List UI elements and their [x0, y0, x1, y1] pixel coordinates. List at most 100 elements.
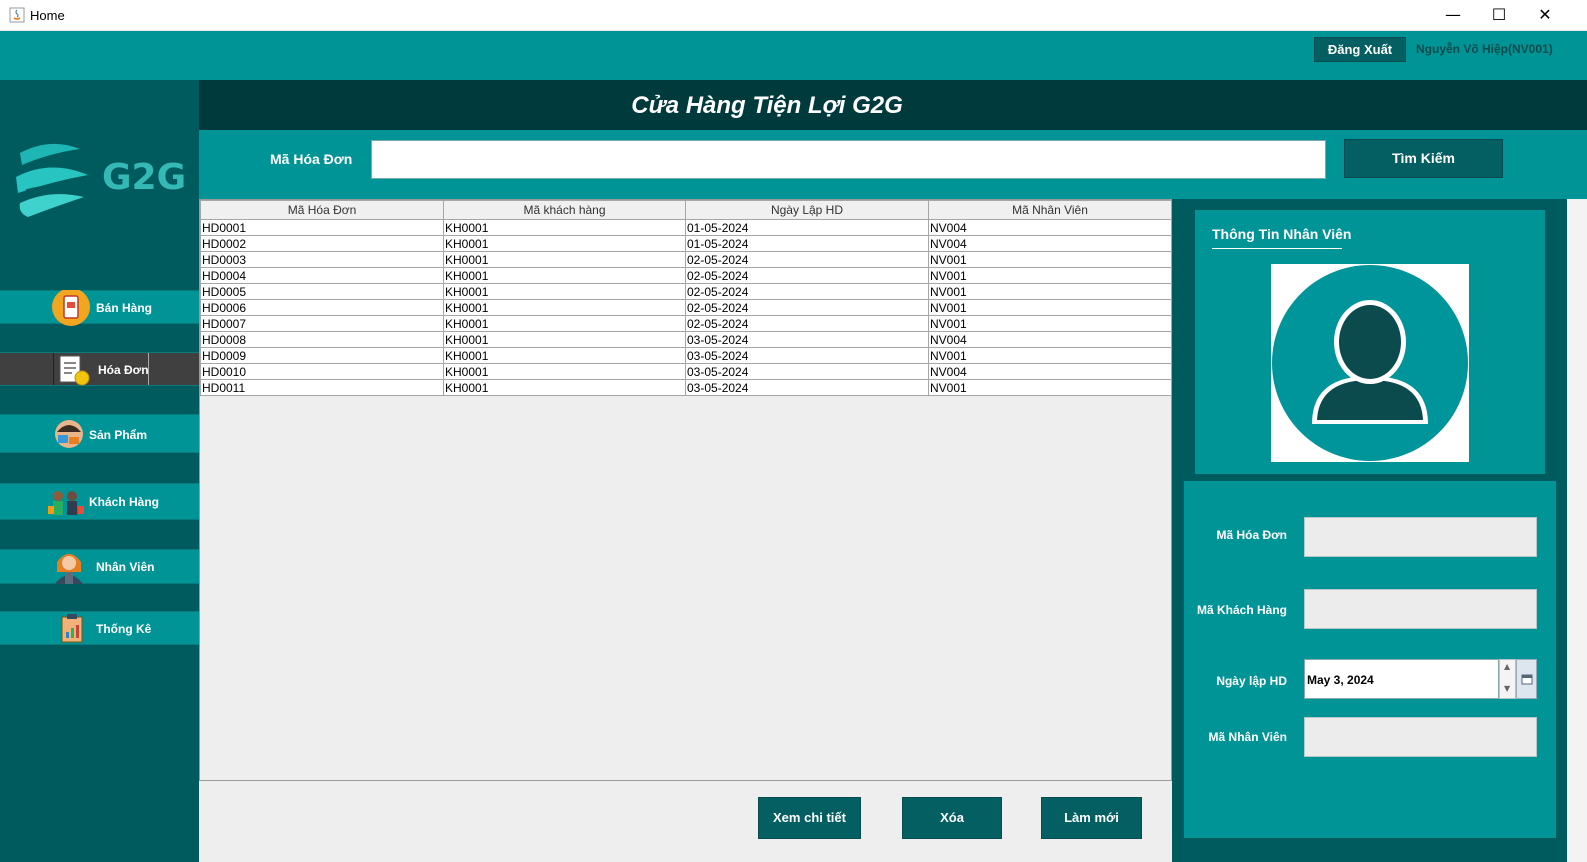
refresh-button[interactable]: Làm mới	[1041, 797, 1142, 839]
table-row[interactable]: HD0005 KH0001 02-05-2024 NV001	[200, 283, 1172, 300]
table-header-row: Mã Hóa Đơn Mã khách hàng Ngày Lập HD Mã …	[200, 200, 1172, 220]
table-cell[interactable]: 01-05-2024	[685, 235, 929, 252]
calendar-icon	[1521, 674, 1533, 685]
table-row[interactable]: HD0010 KH0001 03-05-2024 NV004	[200, 363, 1172, 380]
nav-khach-hang-label: Khách Hàng	[89, 495, 160, 509]
table-cell[interactable]: NV001	[928, 267, 1172, 284]
calendar-button[interactable]	[1516, 659, 1537, 699]
nav-ban-hang[interactable]: Bán Hàng	[0, 290, 199, 326]
table-cell[interactable]: HD0007	[200, 315, 444, 332]
table-row[interactable]: HD0001 KH0001 01-05-2024 NV004	[200, 219, 1172, 236]
close-button[interactable]: ✕	[1522, 0, 1568, 31]
table-row[interactable]: HD0007 KH0001 02-05-2024 NV001	[200, 315, 1172, 332]
table-cell[interactable]: HD0003	[200, 251, 444, 268]
table-cell[interactable]: HD0011	[200, 379, 444, 396]
table-cell[interactable]: KH0001	[443, 219, 686, 236]
column-header[interactable]: Mã Nhân Viên	[928, 200, 1172, 220]
table-cell[interactable]: KH0001	[443, 315, 686, 332]
table-cell[interactable]: NV001	[928, 379, 1172, 396]
table-cell[interactable]: HD0004	[200, 267, 444, 284]
table-cell[interactable]: KH0001	[443, 331, 686, 348]
user-avatar-icon	[1272, 265, 1468, 461]
table-cell[interactable]: 03-05-2024	[685, 379, 929, 396]
table-cell[interactable]: KH0001	[443, 347, 686, 364]
g2g-logo: G2G	[12, 135, 192, 225]
table-cell[interactable]: 02-05-2024	[685, 299, 929, 316]
table-row[interactable]: HD0002 KH0001 01-05-2024 NV004	[200, 235, 1172, 252]
table-cell[interactable]: NV001	[928, 251, 1172, 268]
table-cell[interactable]: NV004	[928, 331, 1172, 348]
search-label: Mã Hóa Đơn	[270, 151, 353, 167]
table-cell[interactable]: NV004	[928, 363, 1172, 380]
column-header[interactable]: Mã Hóa Đơn	[200, 200, 444, 220]
table-cell[interactable]: HD0006	[200, 299, 444, 316]
nav-khach-hang[interactable]: Khách Hàng	[0, 483, 199, 520]
table-cell[interactable]: 02-05-2024	[685, 283, 929, 300]
delete-button[interactable]: Xóa	[902, 797, 1002, 839]
table-cell[interactable]: KH0001	[443, 379, 686, 396]
minimize-button[interactable]: —	[1430, 0, 1476, 31]
table-cell[interactable]: HD0001	[200, 219, 444, 236]
nav-san-pham[interactable]: Sản Phẩm	[0, 414, 199, 453]
table-cell[interactable]: HD0009	[200, 347, 444, 364]
nav-ban-hang-label: Bán Hàng	[96, 301, 153, 315]
panel-gutter	[1567, 199, 1587, 862]
table-cell[interactable]: 01-05-2024	[685, 219, 929, 236]
column-header[interactable]: Ngày Lập HD	[685, 200, 929, 220]
window-title-bar	[0, 0, 1587, 31]
table-cell[interactable]: 03-05-2024	[685, 331, 929, 348]
table-row[interactable]: HD0003 KH0001 02-05-2024 NV001	[200, 251, 1172, 268]
date-spinner[interactable]: ▲ ▼	[1499, 659, 1516, 699]
table-cell[interactable]: 02-05-2024	[685, 267, 929, 284]
table-row[interactable]: HD0008 KH0001 03-05-2024 NV004	[200, 331, 1172, 348]
nav-hoa-don[interactable]: Hóa Đơn	[0, 352, 199, 386]
table-cell[interactable]: KH0001	[443, 299, 686, 316]
invoice-id-field[interactable]	[1304, 517, 1537, 557]
table-cell[interactable]: HD0005	[200, 283, 444, 300]
table-row[interactable]: HD0006 KH0001 02-05-2024 NV001	[200, 299, 1172, 316]
table-cell[interactable]: NV001	[928, 347, 1172, 364]
table-cell[interactable]: NV004	[928, 219, 1172, 236]
customer-id-label: Mã Khách Hàng	[1196, 603, 1287, 617]
maximize-button[interactable]: ☐	[1476, 0, 1522, 31]
column-header[interactable]: Mã khách hàng	[443, 200, 686, 220]
spinner-down-icon[interactable]: ▼	[1504, 684, 1510, 693]
nav-nhan-vien-label: Nhân Viên	[96, 560, 155, 574]
table-cell[interactable]: NV001	[928, 283, 1172, 300]
product-icon	[55, 420, 83, 448]
search-button[interactable]: Tìm Kiếm	[1344, 139, 1503, 178]
table-cell[interactable]: KH0001	[443, 267, 686, 284]
table-cell[interactable]: HD0010	[200, 363, 444, 380]
table-row[interactable]: HD0004 KH0001 02-05-2024 NV001	[200, 267, 1172, 284]
table-cell[interactable]: 02-05-2024	[685, 315, 929, 332]
table-cell[interactable]: 03-05-2024	[685, 347, 929, 364]
logo-text: G2G	[102, 157, 187, 198]
invoice-table[interactable]: Mã Hóa Đơn Mã khách hàng Ngày Lập HD Mã …	[199, 199, 1172, 781]
logout-button[interactable]: Đăng Xuất	[1314, 37, 1406, 62]
title-underline	[1212, 248, 1342, 249]
avatar	[1271, 264, 1469, 462]
table-cell[interactable]: 03-05-2024	[685, 363, 929, 380]
table-body: HD0001 KH0001 01-05-2024 NV004 HD0002 KH0001 0…	[200, 219, 1172, 396]
table-row[interactable]: HD0009 KH0001 03-05-2024 NV001	[200, 347, 1172, 364]
table-cell[interactable]: HD0002	[200, 235, 444, 252]
customer-id-field[interactable]	[1304, 589, 1537, 629]
table-cell[interactable]: NV001	[928, 299, 1172, 316]
table-cell[interactable]: NV001	[928, 315, 1172, 332]
spinner-up-icon[interactable]: ▲	[1504, 662, 1510, 671]
table-cell[interactable]: KH0001	[443, 283, 686, 300]
search-input[interactable]	[371, 140, 1326, 179]
table-cell[interactable]: 02-05-2024	[685, 251, 929, 268]
employee-id-field[interactable]	[1304, 717, 1537, 757]
nav-thong-ke[interactable]: Thống Kê	[0, 611, 199, 645]
table-cell[interactable]: KH0001	[443, 235, 686, 252]
table-cell[interactable]: HD0008	[200, 331, 444, 348]
nav-nhan-vien[interactable]: Nhân Viên	[0, 549, 199, 584]
invoice-date-label: Ngày lập HD	[1216, 674, 1287, 688]
table-cell[interactable]: KH0001	[443, 251, 686, 268]
invoice-date-field[interactable]: May 3, 2024	[1304, 659, 1499, 699]
view-detail-button[interactable]: Xem chi tiết	[758, 797, 861, 839]
table-cell[interactable]: KH0001	[443, 363, 686, 380]
table-cell[interactable]: NV004	[928, 235, 1172, 252]
table-row[interactable]: HD0011 KH0001 03-05-2024 NV001	[200, 379, 1172, 396]
